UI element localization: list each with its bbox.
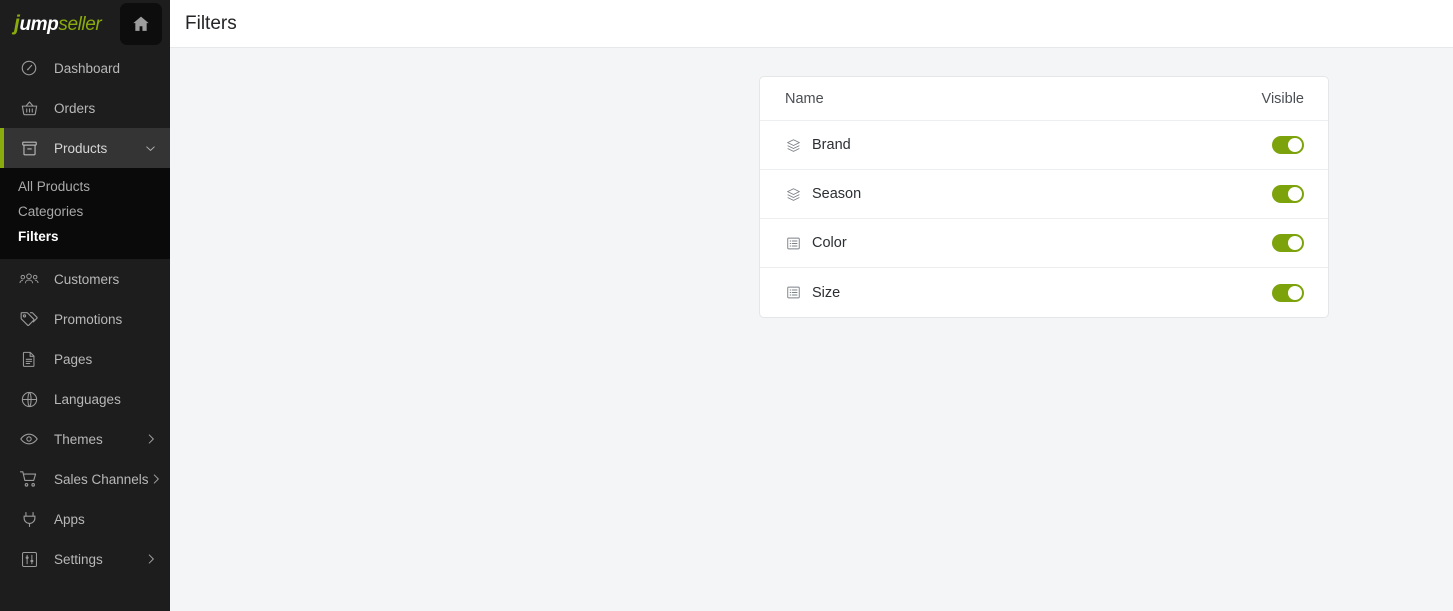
eye-icon <box>18 428 40 450</box>
sidebar-item-label: Apps <box>54 511 85 527</box>
toggle-knob <box>1288 138 1302 152</box>
sidebar-item-settings[interactable]: Settings <box>0 539 170 579</box>
table-row[interactable]: Size <box>760 268 1328 317</box>
chevron-right-icon[interactable] <box>149 472 163 486</box>
sliders-icon <box>18 548 40 570</box>
box-icon <box>18 137 40 159</box>
sidebar-item-label: Sales Channels <box>54 471 149 487</box>
table-row[interactable]: Color <box>760 219 1328 268</box>
sidebar-item-label: Settings <box>54 551 103 567</box>
sidebar-item-dashboard[interactable]: Dashboard <box>0 48 170 88</box>
filter-name: Size <box>812 284 841 301</box>
sidebar-item-label: Customers <box>54 271 120 287</box>
tags-icon <box>18 308 40 330</box>
visible-toggle[interactable] <box>1272 185 1304 203</box>
logo-ump-text: ump <box>19 14 59 35</box>
logo-j-mark: j <box>14 12 20 35</box>
sidebar-item-pages[interactable]: Pages <box>0 339 170 379</box>
cart-icon <box>18 468 40 490</box>
app-root: j ump seller Dashboard Orders Products A… <box>0 0 1453 611</box>
chevron-right-icon[interactable] <box>144 552 158 566</box>
sidebar-nav: Dashboard Orders Products All Products C… <box>0 48 170 611</box>
toggle-knob <box>1288 285 1302 300</box>
content-area: Name Visible Brand Season Color Size <box>170 48 1453 611</box>
filter-name: Color <box>812 235 847 251</box>
chevron-down-icon[interactable] <box>143 141 158 156</box>
layers-icon <box>785 186 801 202</box>
filters-table-card: Name Visible Brand Season Color Size <box>759 76 1329 318</box>
topbar: Filters <box>170 0 1453 48</box>
sidebar-submenu-products: All Products Categories Filters <box>0 168 170 259</box>
toggle-knob <box>1288 187 1302 201</box>
sidebar-item-label: Languages <box>54 391 121 407</box>
plug-icon <box>18 508 40 530</box>
toggle-knob <box>1288 236 1302 250</box>
sidebar-item-label: Promotions <box>54 311 123 327</box>
sidebar-subitem-categories[interactable]: Categories <box>0 199 170 224</box>
sidebar-item-promotions[interactable]: Promotions <box>0 299 170 339</box>
sidebar-subitem-label: Filters <box>18 229 59 244</box>
document-icon <box>18 348 40 370</box>
sidebar-item-label: Orders <box>54 100 96 116</box>
sidebar-item-orders[interactable]: Orders <box>0 88 170 128</box>
sidebar-subitem-filters[interactable]: Filters <box>0 224 170 249</box>
jumpseller-logo[interactable]: j ump seller <box>14 12 102 36</box>
page-title: Filters <box>185 12 237 34</box>
list-icon <box>785 235 801 251</box>
chevron-right-icon[interactable] <box>144 432 158 446</box>
globe-icon <box>18 388 40 410</box>
sidebar-brand-row: j ump seller <box>0 0 170 48</box>
sidebar-item-products[interactable]: Products <box>0 128 170 168</box>
visible-toggle[interactable] <box>1272 136 1304 154</box>
layers-icon <box>785 137 801 153</box>
sidebar-item-label: Themes <box>54 431 103 447</box>
sidebar-item-customers[interactable]: Customers <box>0 259 170 299</box>
filter-name: Brand <box>812 137 851 153</box>
sidebar-subitem-label: Categories <box>18 204 84 219</box>
sidebar-item-languages[interactable]: Languages <box>0 379 170 419</box>
users-icon <box>18 268 40 290</box>
gauge-icon <box>18 57 40 79</box>
list-icon <box>785 285 801 301</box>
table-row[interactable]: Season <box>760 170 1328 219</box>
sidebar-item-themes[interactable]: Themes <box>0 419 170 459</box>
basket-icon <box>18 97 40 119</box>
visible-toggle[interactable] <box>1272 234 1304 252</box>
sidebar-item-sales-channels[interactable]: Sales Channels <box>0 459 170 499</box>
sidebar-item-label: Pages <box>54 351 93 367</box>
logo-seller-text: seller <box>58 14 102 35</box>
home-button[interactable] <box>120 3 162 45</box>
visible-toggle[interactable] <box>1272 283 1304 302</box>
sidebar-item-apps[interactable]: Apps <box>0 499 170 539</box>
table-row[interactable]: Brand <box>760 121 1328 170</box>
sidebar-item-label: Dashboard <box>54 60 121 76</box>
main-area: Filters Name Visible Brand Season Color … <box>170 0 1453 611</box>
column-header-name: Name <box>785 90 824 107</box>
home-icon <box>133 16 149 31</box>
sidebar: j ump seller Dashboard Orders Products A… <box>0 0 170 611</box>
column-header-visible: Visible <box>1261 90 1304 107</box>
sidebar-item-label: Products <box>54 140 108 156</box>
filters-table-header: Name Visible <box>760 77 1328 121</box>
sidebar-subitem-all-products[interactable]: All Products <box>0 174 170 199</box>
filter-name: Season <box>812 186 862 202</box>
sidebar-subitem-label: All Products <box>18 179 91 194</box>
